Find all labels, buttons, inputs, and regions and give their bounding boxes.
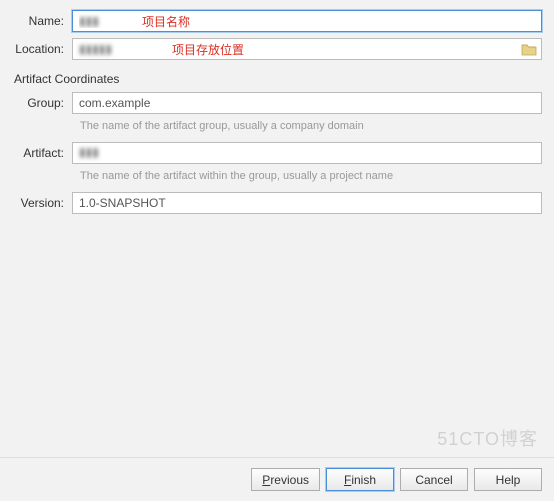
location-input[interactable]: ▮▮▮▮▮: [72, 38, 542, 60]
dialog-footer: Previous Finish Cancel Help: [0, 457, 554, 501]
finish-button[interactable]: Finish: [326, 468, 394, 491]
cancel-button[interactable]: Cancel: [400, 468, 468, 491]
location-label: Location:: [12, 42, 72, 56]
group-hint: The name of the artifact group, usually …: [80, 120, 542, 132]
help-button[interactable]: Help: [474, 468, 542, 491]
browse-folder-icon[interactable]: [521, 42, 537, 56]
group-label: Group:: [12, 96, 72, 110]
dialog-content: Name: 项目名称 document.querySelector('[data…: [0, 0, 554, 457]
name-input[interactable]: [72, 10, 542, 32]
version-label: Version:: [12, 196, 72, 210]
new-project-dialog: Name: 项目名称 document.querySelector('[data…: [0, 0, 554, 501]
artifact-label: Artifact:: [12, 146, 72, 160]
name-label: Name:: [12, 14, 72, 28]
artifact-hint: The name of the artifact within the grou…: [80, 170, 542, 182]
artifact-coordinates-title: Artifact Coordinates: [14, 68, 542, 86]
artifact-input[interactable]: ▮▮▮: [72, 142, 542, 164]
version-input[interactable]: [72, 192, 542, 214]
group-input[interactable]: [72, 92, 542, 114]
previous-button[interactable]: Previous: [251, 468, 320, 491]
